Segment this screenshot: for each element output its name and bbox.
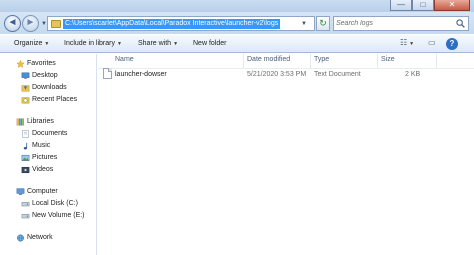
libraries-icon bbox=[16, 118, 24, 126]
computer-icon bbox=[16, 188, 25, 196]
maximize-button[interactable]: □ bbox=[412, 0, 434, 11]
nav-item-label: Local Disk (C:) bbox=[32, 200, 78, 207]
new-folder-button[interactable]: New folder bbox=[193, 40, 226, 47]
include-in-library-label: Include in library bbox=[64, 40, 115, 47]
help-icon: ? bbox=[449, 39, 455, 48]
help-button[interactable]: ? bbox=[446, 38, 458, 50]
back-button[interactable]: ◄ bbox=[4, 15, 21, 32]
nav-item-label: Recent Places bbox=[32, 96, 78, 103]
column-header-date-modified[interactable]: Date modified bbox=[247, 56, 290, 63]
recent-places-icon bbox=[21, 97, 30, 104]
pictures-icon bbox=[21, 154, 30, 162]
music-icon bbox=[23, 142, 28, 150]
nav-item-label: Downloads bbox=[32, 84, 67, 91]
change-view-button[interactable]: ☷ ▼ bbox=[400, 38, 414, 50]
window-controls: — □ ✕ bbox=[390, 0, 470, 12]
chevron-down-icon: ▼ bbox=[44, 41, 50, 47]
search-input[interactable] bbox=[336, 18, 454, 29]
search-icon[interactable] bbox=[456, 19, 465, 28]
command-bar: Organize ▼ Include in library ▼ Share with… bbox=[0, 34, 474, 53]
chevron-down-icon: ▼ bbox=[116, 41, 122, 47]
column-divider[interactable] bbox=[243, 54, 244, 68]
column-divider[interactable] bbox=[310, 54, 311, 68]
include-in-library-menu[interactable]: Include in library ▼ bbox=[64, 40, 122, 47]
file-list: Name Date modified Type Size launcher-do… bbox=[98, 54, 474, 255]
text-document-icon bbox=[103, 68, 112, 79]
view-icon: ☷ bbox=[400, 38, 408, 47]
desktop-icon bbox=[21, 72, 30, 79]
chevron-down-icon: ▼ bbox=[173, 41, 179, 47]
nav-favorites-label: Favorites bbox=[27, 60, 56, 67]
network-icon bbox=[17, 234, 24, 242]
local-disk-icon bbox=[21, 202, 30, 207]
minimize-button[interactable]: — bbox=[390, 0, 412, 11]
nav-item-label: New Volume (E:) bbox=[32, 212, 85, 219]
search-box[interactable] bbox=[333, 16, 469, 31]
column-header-name[interactable]: Name bbox=[115, 56, 134, 63]
videos-icon bbox=[21, 166, 30, 174]
share-with-menu[interactable]: Share with ▼ bbox=[138, 40, 178, 47]
refresh-button[interactable]: ↻ bbox=[316, 16, 330, 31]
file-size: 2 KB bbox=[405, 71, 421, 78]
star-icon bbox=[16, 60, 25, 68]
nav-item-label: Videos bbox=[32, 166, 54, 173]
file-name[interactable]: launcher-dowser bbox=[115, 71, 167, 78]
share-with-label: Share with bbox=[138, 40, 172, 47]
nav-item-label: Desktop bbox=[32, 72, 58, 79]
preview-pane-icon: ▭ bbox=[428, 38, 436, 47]
chevron-down-icon: ▼ bbox=[409, 41, 415, 47]
column-header-type[interactable]: Type bbox=[314, 56, 329, 63]
documents-icon bbox=[22, 130, 29, 138]
title-bar: — □ ✕ bbox=[0, 0, 474, 12]
folder-icon bbox=[51, 20, 61, 28]
organize-label: Organize bbox=[14, 40, 43, 47]
new-folder-label: New folder bbox=[193, 40, 227, 47]
nav-item-label: Pictures bbox=[32, 154, 58, 161]
downloads-icon bbox=[21, 85, 30, 92]
address-bar[interactable]: C:\Users\scarlet\AppData\Local\Paradox I… bbox=[47, 16, 315, 31]
nav-computer-label: Computer bbox=[27, 188, 58, 195]
column-header-size[interactable]: Size bbox=[381, 56, 395, 63]
navigation-pane: Favorites Desktop Downloads Recent Place… bbox=[0, 54, 97, 255]
organize-menu[interactable]: Organize ▼ bbox=[14, 40, 49, 47]
file-date-modified: 5/21/2020 3:53 PM bbox=[247, 71, 307, 78]
column-divider[interactable] bbox=[436, 54, 437, 68]
address-path[interactable]: C:\Users\scarlet\AppData\Local\Paradox I… bbox=[63, 19, 281, 29]
close-button[interactable]: ✕ bbox=[434, 0, 470, 11]
column-divider[interactable] bbox=[377, 54, 378, 68]
nav-item-label: Documents bbox=[32, 130, 68, 137]
address-dropdown-icon[interactable]: ▼ bbox=[301, 21, 307, 27]
nav-network-label: Network bbox=[27, 234, 53, 241]
drive-icon bbox=[21, 214, 30, 219]
forward-button[interactable]: ► bbox=[22, 15, 39, 32]
nav-item-label: Music bbox=[32, 142, 51, 149]
header-divider bbox=[98, 68, 474, 69]
preview-pane-button[interactable]: ▭ bbox=[428, 38, 436, 50]
address-row: ◄ ► ▼ C:\Users\scarlet\AppData\Local\Par… bbox=[0, 12, 474, 34]
file-type: Text Document bbox=[314, 71, 361, 78]
nav-libraries-label: Libraries bbox=[27, 118, 54, 125]
